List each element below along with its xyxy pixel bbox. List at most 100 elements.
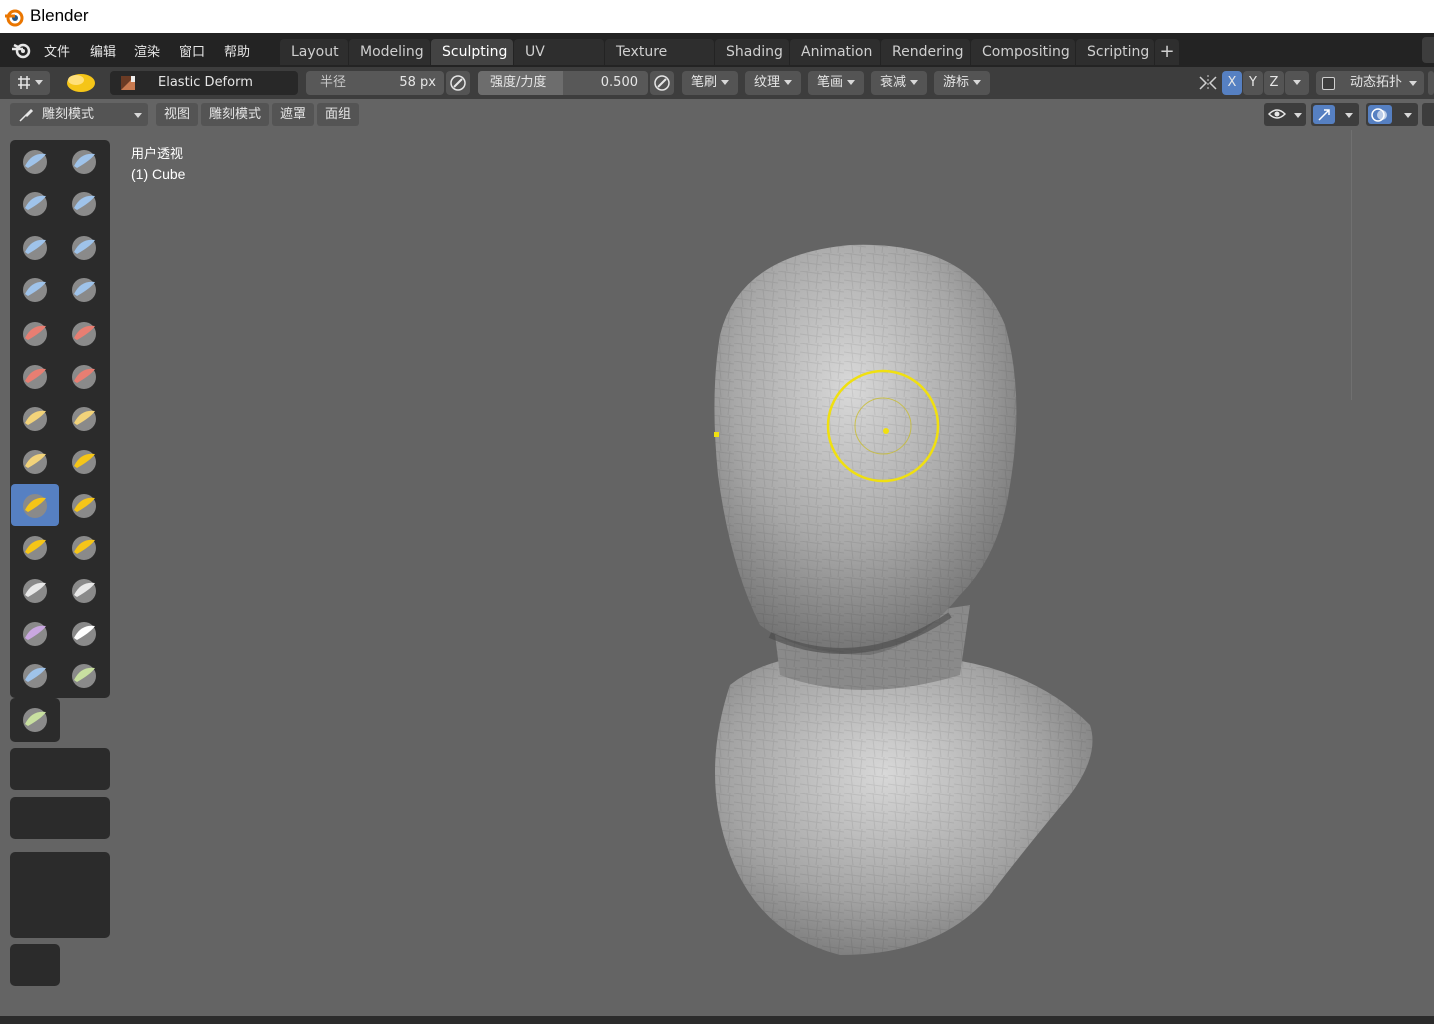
- tool-flatten[interactable]: [11, 355, 59, 397]
- tool-snake-hook[interactable]: [60, 484, 108, 526]
- overlay-icon: [1371, 108, 1387, 122]
- radius-field[interactable]: 半径 58 px: [306, 71, 444, 95]
- menu-face-sets[interactable]: 面组: [317, 103, 360, 126]
- tool-slide-relax[interactable]: [11, 612, 59, 654]
- scene-selector[interactable]: [1422, 37, 1434, 63]
- tool-simplify[interactable]: [60, 654, 108, 696]
- falloff-dropdown-label: 衰减: [880, 75, 907, 90]
- tool-blob[interactable]: [60, 268, 108, 310]
- eye-icon: [1268, 109, 1286, 119]
- mirror-x-toggle[interactable]: X: [1222, 71, 1242, 95]
- cursor-dropdown[interactable]: 游标: [934, 71, 990, 95]
- sculpt-mesh[interactable]: [690, 235, 1110, 965]
- tool-crease[interactable]: [11, 312, 59, 354]
- tool-fill[interactable]: [60, 355, 108, 397]
- menu-mask[interactable]: 遮罩: [272, 103, 315, 126]
- brush-dropdown[interactable]: 笔刷: [682, 71, 738, 95]
- tab-compositing[interactable]: Compositing: [971, 39, 1075, 65]
- tool-clay-strips[interactable]: [60, 182, 108, 224]
- clay-icon: [23, 192, 47, 216]
- face-set-toolbar: [10, 797, 110, 839]
- tool-cloth[interactable]: [11, 654, 59, 696]
- dyntopo-toggle[interactable]: 动态拓扑: [1316, 71, 1424, 95]
- overlay-dropdown[interactable]: [1366, 103, 1418, 126]
- dyntopo-label: 动态拓扑: [1350, 75, 1403, 90]
- mode-selector[interactable]: 雕刻模式: [10, 103, 148, 126]
- tool-settings-dropdown[interactable]: [10, 71, 50, 95]
- tab-texture-paint[interactable]: Texture Paint: [605, 39, 714, 86]
- radius-value: 58 px: [399, 75, 436, 90]
- toolheader-overflow[interactable]: [1428, 71, 1434, 95]
- tool-thumb[interactable]: [11, 526, 59, 568]
- falloff-dropdown[interactable]: 衰减: [871, 71, 927, 95]
- dyntopo-checkbox[interactable]: [1322, 77, 1335, 90]
- tab-layout[interactable]: Layout: [280, 39, 348, 65]
- gizmo-dropdown[interactable]: [1311, 103, 1359, 126]
- add-workspace-button[interactable]: +: [1155, 39, 1179, 65]
- tool-rotate[interactable]: [60, 569, 108, 611]
- draw-sharp-icon: [72, 150, 96, 174]
- viewport[interactable]: 用户透视 (1) Cube: [0, 130, 1434, 1016]
- texture-dropdown[interactable]: 纹理: [745, 71, 801, 95]
- viewport-object-label: (1) Cube: [131, 166, 186, 182]
- menu-sculpt[interactable]: 雕刻模式: [201, 103, 270, 126]
- tool-smooth[interactable]: [60, 312, 108, 354]
- tool-draw[interactable]: [11, 140, 59, 182]
- menu-help[interactable]: 帮助: [224, 41, 250, 60]
- tool-clay[interactable]: [11, 182, 59, 224]
- menu-edit[interactable]: 编辑: [90, 41, 116, 60]
- pose-icon: [72, 536, 96, 560]
- tab-scripting[interactable]: Scripting: [1076, 39, 1154, 65]
- tool-elastic-deform[interactable]: [11, 484, 59, 526]
- paint-icon: [23, 708, 47, 732]
- tab-sculpting[interactable]: Sculpting: [431, 39, 513, 65]
- gizmo-icon: [1318, 109, 1330, 121]
- menu-render[interactable]: 渲染: [134, 41, 160, 60]
- brush-preview-icon[interactable]: [62, 71, 100, 95]
- menu-view[interactable]: 视图: [156, 103, 199, 126]
- strength-pressure-toggle[interactable]: [650, 71, 674, 95]
- tool-draw-sharp[interactable]: [60, 140, 108, 182]
- stroke-dropdown-label: 笔画: [817, 75, 844, 90]
- pen-pressure-icon: [450, 75, 466, 91]
- tool-inflate[interactable]: [11, 268, 59, 310]
- visibility-dropdown[interactable]: [1264, 103, 1306, 126]
- tool-layer[interactable]: [60, 226, 108, 268]
- mirror-z-toggle[interactable]: Z: [1264, 71, 1284, 95]
- tab-rendering[interactable]: Rendering: [881, 39, 970, 65]
- menu-window[interactable]: 窗口: [179, 41, 205, 60]
- tool-pinch[interactable]: [11, 440, 59, 482]
- brush-dropdown-label: 笔刷: [691, 75, 718, 90]
- tool-multiplane-scrape[interactable]: [60, 397, 108, 439]
- stroke-dropdown[interactable]: 笔画: [808, 71, 864, 95]
- blender-logo-icon: [5, 9, 24, 27]
- symmetry-options-dropdown[interactable]: [1285, 71, 1309, 95]
- tool-boundary[interactable]: [60, 612, 108, 654]
- rotate-icon: [72, 579, 96, 603]
- tool-clay-thumb[interactable]: [11, 226, 59, 268]
- tab-animation[interactable]: Animation: [790, 39, 880, 65]
- radius-pressure-toggle[interactable]: [446, 71, 470, 95]
- tool-grab[interactable]: [60, 440, 108, 482]
- viewport-header: 雕刻模式 视图 雕刻模式 遮罩 面组: [0, 99, 1434, 130]
- tab-uv-editing[interactable]: UV Editing: [514, 39, 604, 86]
- smooth-icon: [72, 322, 96, 346]
- viewport-divider: [1351, 130, 1352, 400]
- pen-pressure-icon: [654, 75, 670, 91]
- tab-shading[interactable]: Shading: [715, 39, 789, 65]
- tool-pose[interactable]: [60, 526, 108, 568]
- tool-paint[interactable]: [11, 698, 59, 740]
- strength-field[interactable]: 强度/力度 0.500: [478, 71, 648, 95]
- tool-scrape[interactable]: [11, 397, 59, 439]
- xray-toggle[interactable]: [1422, 103, 1434, 126]
- blender-menu-icon[interactable]: [10, 40, 32, 60]
- tool-nudge[interactable]: [11, 569, 59, 611]
- flatten-icon: [23, 365, 47, 389]
- mirror-y-toggle[interactable]: Y: [1243, 71, 1263, 95]
- brush-selector[interactable]: Elastic Deform: [110, 71, 298, 95]
- draw-icon: [23, 150, 47, 174]
- tab-modeling[interactable]: Modeling: [349, 39, 430, 65]
- elastic-deform-icon: [23, 494, 47, 518]
- inflate-icon: [23, 278, 47, 302]
- menu-file[interactable]: 文件: [44, 41, 70, 60]
